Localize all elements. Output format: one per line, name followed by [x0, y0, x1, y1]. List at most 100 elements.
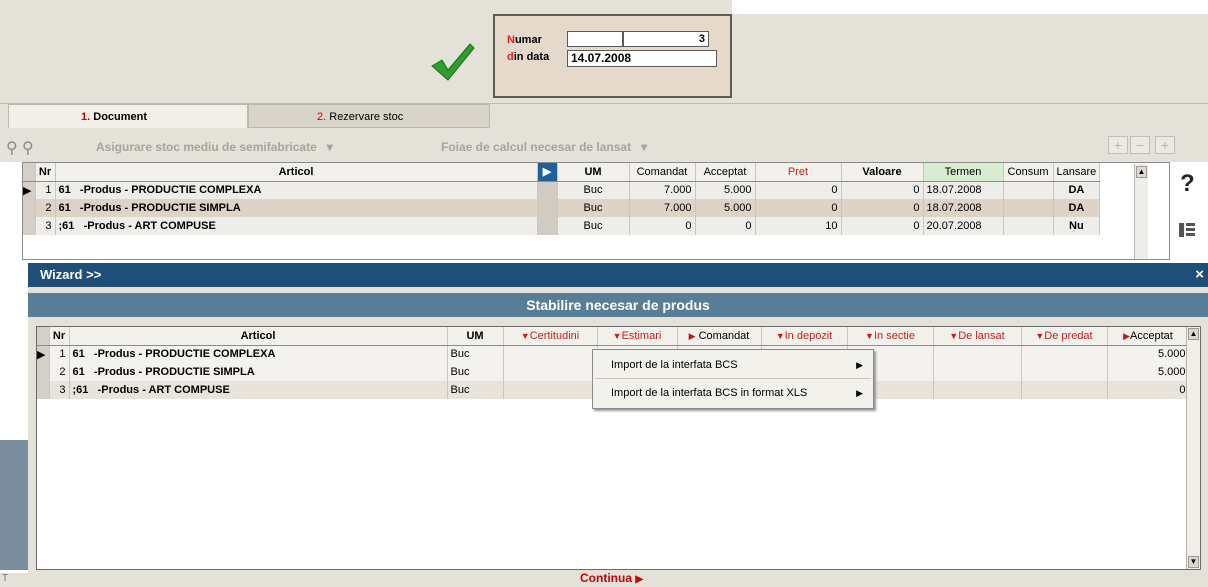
- numar-series-field[interactable]: [567, 31, 623, 47]
- cell-um: Buc: [447, 363, 504, 381]
- col-in-depozit[interactable]: ▼In depozit: [761, 327, 848, 346]
- cell-um: Buc: [557, 181, 630, 199]
- scroll-up-icon[interactable]: ▲: [1136, 166, 1147, 178]
- row-pointer-icon: ▶: [37, 345, 50, 363]
- col-um[interactable]: UM: [447, 327, 504, 346]
- cell-spacer: [537, 199, 558, 217]
- menu-item-import-bcs[interactable]: Import de la interfata BCS ▶: [593, 354, 873, 376]
- tab-rezervare-stoc[interactable]: 2. Rezervare stoc: [248, 104, 490, 128]
- cell-comandat: 7.000: [629, 199, 696, 217]
- row-selector: [37, 363, 50, 381]
- table-row[interactable]: 2 61 -Produs - PRODUCTIE SIMPLA Buc 7.00…: [23, 199, 1101, 217]
- cell-nr: 3: [35, 217, 56, 235]
- col-lansare[interactable]: Lansare: [1053, 163, 1101, 182]
- row-selector-header: [37, 327, 50, 346]
- col-comandat[interactable]: Comandat: [629, 163, 696, 182]
- col-comandat[interactable]: ▶ Comandat: [677, 327, 762, 346]
- menu-item-import-bcs-xls[interactable]: Import de la interfata BCS in format XLS…: [593, 382, 873, 404]
- col-um[interactable]: UM: [557, 163, 630, 182]
- zoom-icon[interactable]: ⚲: [22, 138, 34, 158]
- close-icon[interactable]: ×: [1195, 263, 1204, 287]
- cell-comandat: 7.000: [629, 181, 696, 199]
- cell-valoare: 0: [841, 199, 924, 217]
- scroll-down-icon[interactable]: ▼: [1188, 556, 1199, 568]
- col-valoare[interactable]: Valoare: [841, 163, 924, 182]
- lower-scrollbar[interactable]: ▲ ▼: [1186, 327, 1200, 569]
- col-acceptat[interactable]: ▶Acceptat: [1107, 327, 1190, 346]
- col-de-predat[interactable]: ▼De predat: [1021, 327, 1108, 346]
- remove-icon[interactable]: −: [1130, 136, 1150, 154]
- cell-pret: 0: [755, 181, 842, 199]
- cell-de-lansat: [933, 381, 1022, 399]
- submenu-arrow-icon: ▶: [856, 388, 863, 398]
- expand-right-icon: ▶: [688, 330, 696, 341]
- col-pret[interactable]: Pret: [755, 163, 842, 182]
- continue-button[interactable]: Continua ▶: [580, 571, 643, 585]
- cell-nr: 3: [49, 381, 70, 399]
- cell-consum: [1003, 199, 1054, 217]
- col-estimari[interactable]: ▼Estimari: [597, 327, 678, 346]
- left-strip: [0, 440, 28, 570]
- col-nr[interactable]: Nr: [35, 163, 56, 182]
- cell-lansare: DA: [1053, 199, 1101, 217]
- foaie-calcul-dropdown[interactable]: Foiae de calcul necesar de lansat ▾: [441, 140, 647, 154]
- row-selector: [37, 381, 50, 399]
- cell-articol: ;61 -Produs - ART COMPUSE: [69, 381, 448, 399]
- toolbar: ⚲ ⚲ Asigurare stoc mediu de semifabricat…: [0, 128, 1208, 162]
- col-articol[interactable]: Articol: [55, 163, 538, 182]
- tab-document[interactable]: 1. Document: [8, 104, 248, 128]
- col-articol[interactable]: Articol: [69, 327, 448, 346]
- col-acceptat[interactable]: Acceptat: [695, 163, 756, 182]
- date-label: din data: [507, 51, 550, 63]
- cell-consum: [1003, 217, 1054, 235]
- zoom-icon[interactable]: ⚲: [6, 138, 18, 158]
- sort-down-icon: ▼: [520, 330, 530, 341]
- cell-um: Buc: [557, 199, 630, 217]
- cell-acceptat: 5.000: [1107, 363, 1190, 381]
- col-de-lansat[interactable]: ▼De lansat: [933, 327, 1022, 346]
- upper-scrollbar[interactable]: ▲: [1134, 164, 1148, 259]
- table-row[interactable]: 3 ;61 -Produs - ART COMPUSE Buc 0 0 10 0…: [23, 217, 1101, 235]
- numar-label: Numar: [507, 34, 542, 46]
- cell-nr: 1: [35, 181, 56, 199]
- help-icon[interactable]: ?: [1180, 170, 1195, 198]
- sort-down-icon: ▼: [775, 330, 785, 341]
- add-icon[interactable]: +: [1155, 136, 1175, 154]
- cell-nr: 2: [35, 199, 56, 217]
- cell-acceptat: 5.000: [1107, 345, 1190, 363]
- cell-termen: 18.07.2008: [923, 199, 1004, 217]
- col-nr[interactable]: Nr: [49, 327, 70, 346]
- col-termen[interactable]: Termen: [923, 163, 1004, 182]
- scroll-up-icon[interactable]: ▲: [1188, 328, 1199, 340]
- sort-down-icon: ▼: [1035, 330, 1045, 341]
- numar-field[interactable]: 3: [623, 31, 709, 47]
- document-lines-grid[interactable]: Nr Articol ▶ UM Comandat Acceptat Pret V…: [22, 162, 1170, 260]
- grid-icon[interactable]: [1178, 222, 1196, 238]
- col-in-sectie[interactable]: ▼In sectie: [847, 327, 934, 346]
- cell-certitudini: [503, 381, 598, 399]
- top-white-strip: [732, 0, 1208, 14]
- menu-separator: [595, 378, 871, 379]
- check-icon[interactable]: [428, 40, 476, 84]
- add-icon[interactable]: +: [1108, 136, 1128, 154]
- cell-articol: 61 -Produs - PRODUCTIE COMPLEXA: [55, 181, 538, 199]
- cell-certitudini: [503, 345, 598, 363]
- cell-lansare: Nu: [1053, 217, 1101, 235]
- expand-right-icon: ▶: [1123, 330, 1131, 341]
- document-number-panel: Numar 3 din data 14.07.2008: [493, 14, 732, 98]
- col-consum[interactable]: Consum: [1003, 163, 1054, 182]
- cell-nr: 2: [49, 363, 70, 381]
- col-certitudini[interactable]: ▼Certitudini: [503, 327, 598, 346]
- table-row[interactable]: ▶ 1 61 -Produs - PRODUCTIE COMPLEXA Buc …: [23, 181, 1101, 199]
- cell-acceptat: 0: [1107, 381, 1190, 399]
- cell-certitudini: [503, 363, 598, 381]
- asigurare-stoc-dropdown[interactable]: Asigurare stoc mediu de semifabricate ▾: [96, 140, 333, 154]
- cell-consum: [1003, 181, 1054, 199]
- cell-valoare: 0: [841, 217, 924, 235]
- expand-icon[interactable]: ▶: [537, 163, 558, 182]
- date-field[interactable]: 14.07.2008: [567, 50, 717, 67]
- submenu-arrow-icon: ▶: [856, 360, 863, 370]
- row-selector: [23, 199, 36, 217]
- cell-spacer: [537, 217, 558, 235]
- cell-valoare: 0: [841, 181, 924, 199]
